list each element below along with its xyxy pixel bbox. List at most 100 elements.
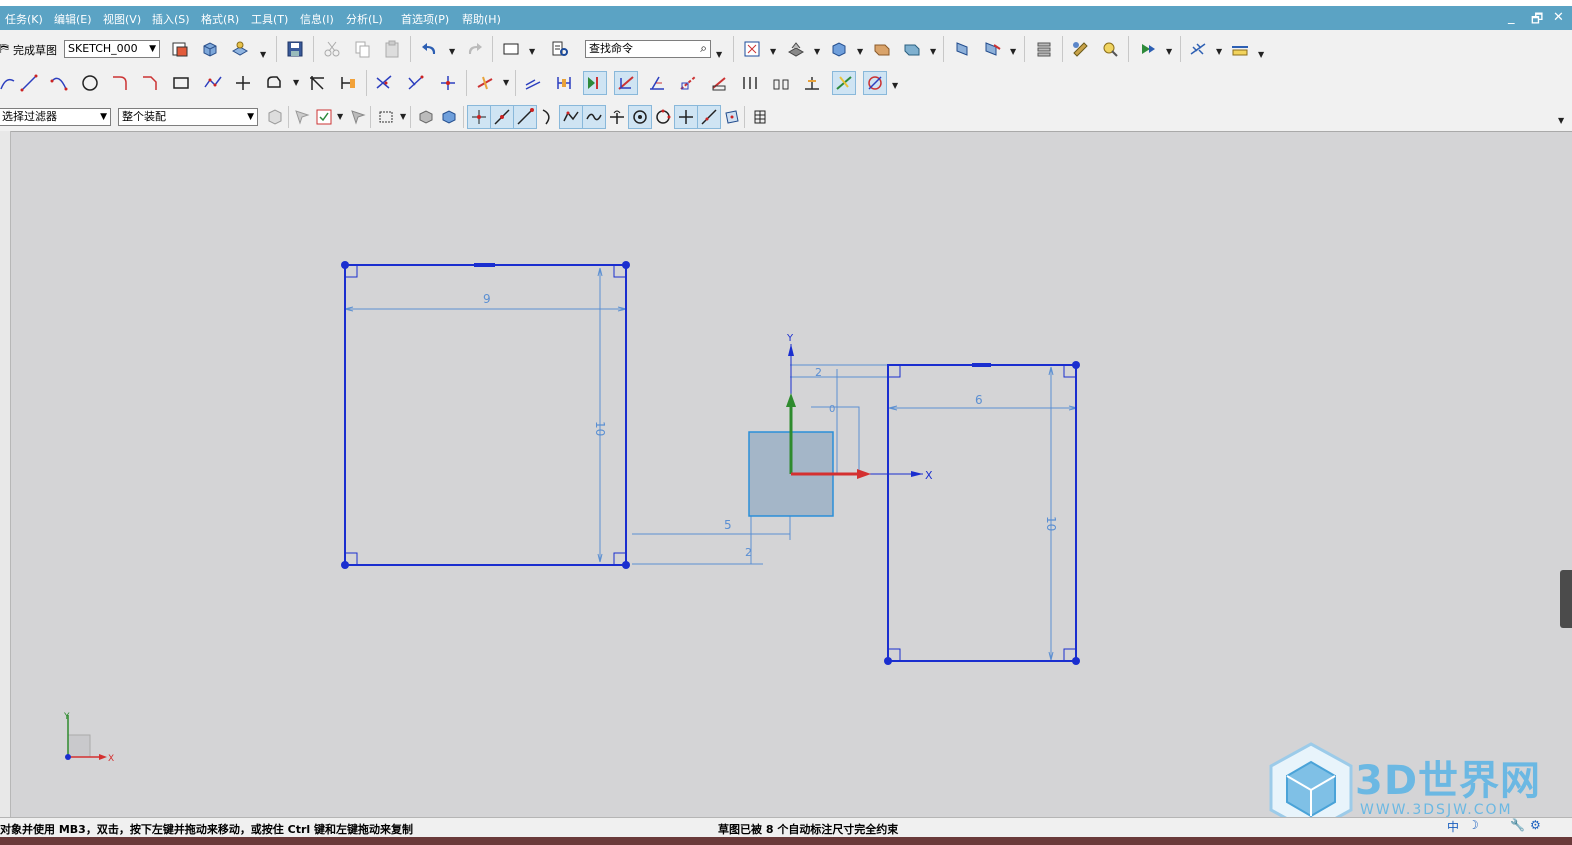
paste-icon[interactable] (380, 37, 404, 61)
display-constraints-icon[interactable] (614, 71, 638, 95)
wcs-icon[interactable] (950, 37, 974, 61)
wcs-orient-icon[interactable] (980, 37, 1004, 61)
offset-curve-icon[interactable] (262, 71, 286, 95)
alternate-solution-icon[interactable] (707, 71, 731, 95)
dropdown-arrow-icon[interactable]: ▼ (857, 47, 863, 56)
snap-quadrant-icon[interactable] (651, 105, 675, 129)
dropdown-arrow-icon[interactable]: ▼ (930, 47, 936, 56)
view-section-icon[interactable] (900, 37, 924, 61)
copy-icon[interactable] (350, 37, 374, 61)
menu-insert[interactable]: 插入(S) (152, 11, 190, 27)
rapid-dimension-icon[interactable] (473, 71, 497, 95)
shaded-view-icon[interactable] (784, 37, 808, 61)
fit-view-icon[interactable] (740, 37, 764, 61)
undo-dropdown-icon[interactable]: ▼ (449, 47, 455, 56)
animate-dimension-icon[interactable] (645, 71, 669, 95)
line-icon[interactable] (17, 71, 41, 95)
dropdown-arrow-icon[interactable]: ▼ (1010, 47, 1016, 56)
menu-task[interactable]: 任务(K) (5, 11, 43, 27)
arc-icon[interactable] (47, 71, 71, 95)
selection-mode-icon[interactable] (290, 105, 314, 129)
snap-bounded-grid-icon[interactable] (748, 105, 772, 129)
deselect-icon[interactable] (345, 105, 369, 129)
wrench-icon[interactable]: 🔧 (1510, 818, 1525, 832)
sketch-view-icon[interactable] (168, 37, 192, 61)
select-face-icon[interactable] (437, 105, 461, 129)
redo-icon[interactable] (462, 37, 486, 61)
reattach-icon[interactable] (228, 37, 252, 61)
finish-sketch-icon[interactable]: ⛿ (0, 41, 9, 56)
dropdown-arrow-icon[interactable]: ▼ (892, 81, 898, 90)
dim-right-height[interactable]: 10 (1044, 516, 1058, 531)
dropdown-arrow-icon[interactable]: ▼ (1166, 47, 1172, 56)
left-rectangle[interactable] (341, 261, 630, 569)
close-button[interactable]: ✕ (1553, 10, 1564, 25)
relations-browser-icon[interactable] (832, 71, 856, 95)
intersection-point-icon[interactable] (436, 71, 460, 95)
settings-icon[interactable]: ⚙ (1530, 818, 1541, 832)
cut-icon[interactable] (320, 37, 344, 61)
assembly-scope-dropdown[interactable]: 整个装配 ▼ (118, 108, 258, 126)
dim-left-width[interactable]: 9 (483, 292, 491, 306)
geometric-constraint-icon[interactable] (521, 71, 545, 95)
measure-distance-icon[interactable] (1228, 37, 1252, 61)
snap-arc-center-icon[interactable] (628, 105, 652, 129)
dim-left-height[interactable]: 10 (593, 421, 607, 436)
corner-icon[interactable] (372, 71, 396, 95)
dim-horizontal-offset-right[interactable]: 0 (829, 404, 835, 415)
ime-indicator[interactable]: 中 (1447, 818, 1459, 835)
trim-icon[interactable] (305, 71, 329, 95)
finish-sketch-label[interactable]: 完成草图 (13, 42, 57, 58)
sketch-name-dropdown[interactable]: SKETCH_000 ▼ (64, 40, 160, 58)
infer-constraints-icon[interactable] (738, 71, 762, 95)
render-style-icon[interactable] (827, 37, 851, 61)
dropdown-arrow-icon[interactable]: ▼ (400, 112, 406, 121)
snap-midpoint-icon[interactable] (490, 105, 514, 129)
menu-preferences[interactable]: 首选项(P) (401, 11, 449, 27)
menu-view[interactable]: 视图(V) (103, 11, 141, 27)
create-inferred-icon[interactable] (769, 71, 793, 95)
undo-icon[interactable] (418, 37, 442, 61)
resource-bar-grip[interactable] (1560, 570, 1572, 628)
search-icon[interactable]: ⌕ (700, 41, 707, 56)
moon-icon[interactable]: ☽ (1468, 818, 1479, 832)
selection-filter-dropdown[interactable]: 选择过滤器 ▼ (0, 108, 111, 126)
orient-view-icon[interactable] (870, 37, 894, 61)
make-corner-icon[interactable] (404, 71, 428, 95)
command-finder-icon[interactable] (548, 37, 572, 61)
menu-tools[interactable]: 工具(T) (251, 11, 288, 27)
toolbar-overflow-icon[interactable]: ▼ (1558, 116, 1564, 125)
polygon-icon[interactable] (201, 71, 225, 95)
save-icon[interactable] (283, 37, 307, 61)
show-all-constraints-icon[interactable] (583, 71, 607, 95)
snap-spline-pole-icon[interactable] (559, 105, 583, 129)
quick-extend-icon[interactable] (336, 71, 360, 95)
find-command-input[interactable]: 查找命令 ⌕ (585, 40, 711, 58)
select-all-icon[interactable] (312, 105, 336, 129)
menu-format[interactable]: 格式(R) (201, 11, 239, 27)
dropdown-arrow-icon[interactable]: ▼ (716, 50, 722, 59)
auto-constrain-icon[interactable] (552, 71, 576, 95)
circle-icon[interactable] (78, 71, 102, 95)
snap-point-on-curve-icon[interactable] (697, 105, 721, 129)
edit-object-display-icon[interactable] (1068, 37, 1092, 61)
rectangle-select-icon[interactable] (499, 37, 523, 61)
snap-control-point-icon[interactable] (513, 105, 537, 129)
snap-view-icon[interactable] (1136, 37, 1160, 61)
rectangle-icon[interactable] (169, 71, 193, 95)
dropdown-arrow-icon[interactable]: ▼ (1258, 50, 1264, 59)
dropdown-arrow-icon[interactable]: ▼ (293, 78, 299, 87)
dropdown-arrow-icon[interactable]: ▼ (814, 47, 820, 56)
select-body-icon[interactable] (414, 105, 438, 129)
dropdown-arrow-icon[interactable]: ▼ (503, 78, 509, 87)
snap-intersection-icon[interactable] (605, 105, 629, 129)
dropdown-arrow-icon[interactable]: ▼ (1216, 47, 1222, 56)
grid-snap-icon[interactable] (1186, 37, 1210, 61)
menu-edit[interactable]: 编辑(E) (54, 11, 92, 27)
dim-vertical-offset-left[interactable]: 2 (745, 546, 752, 559)
box-select-icon[interactable] (374, 105, 398, 129)
menu-info[interactable]: 信息(I) (300, 11, 334, 27)
menu-analysis[interactable]: 分析(L) (346, 11, 383, 27)
layer-settings-icon[interactable] (1032, 37, 1056, 61)
dim-horizontal-offset[interactable]: 5 (724, 518, 732, 532)
